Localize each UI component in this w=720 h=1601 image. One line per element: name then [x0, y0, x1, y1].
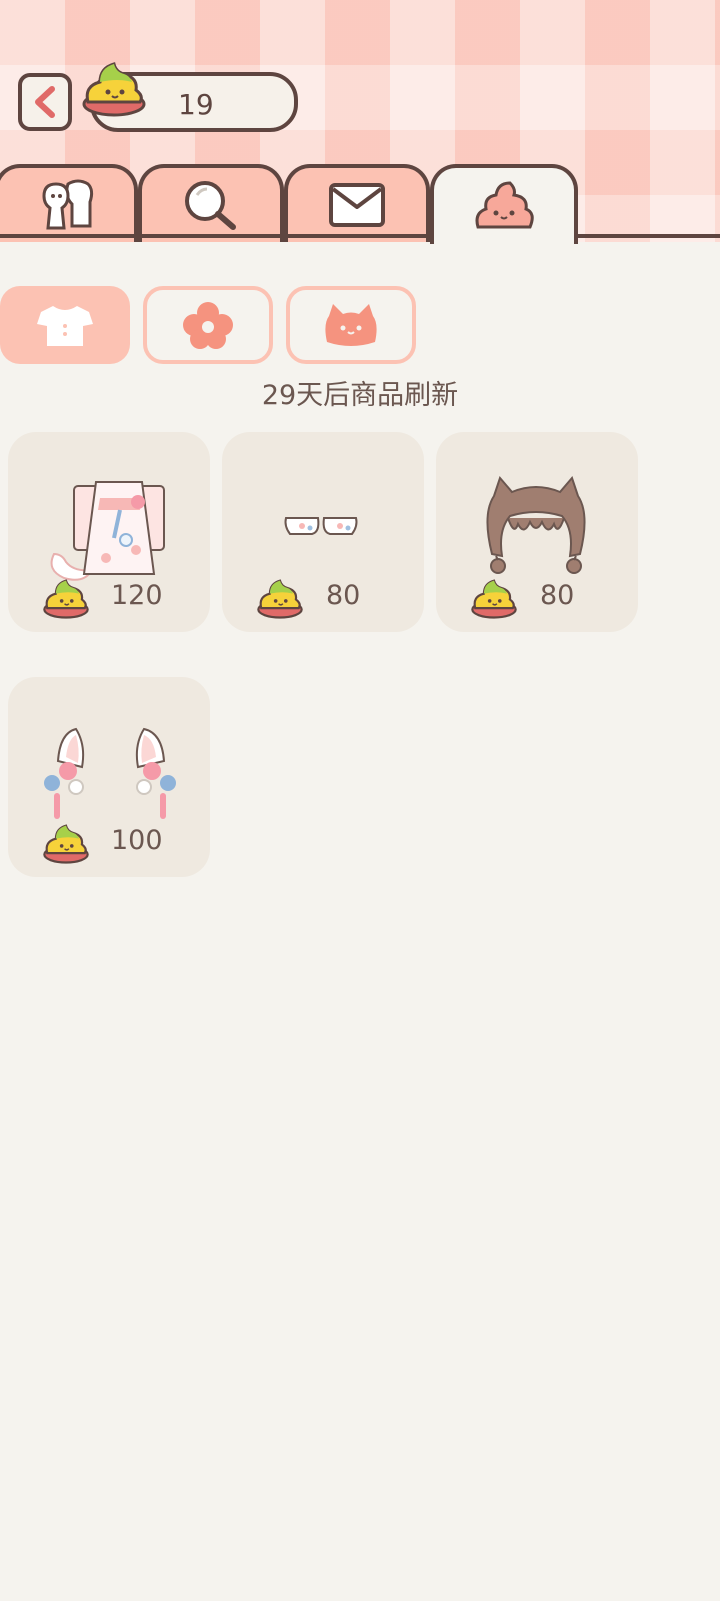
poop-face-icon	[475, 181, 534, 229]
poop-coin-icon	[78, 58, 150, 118]
active-tab-gap	[434, 230, 574, 240]
refresh-countdown: 29天后商品刷新	[261, 380, 459, 411]
tab-accessories[interactable]	[143, 286, 273, 364]
item-price: 100	[111, 825, 163, 856]
tab-hair[interactable]	[286, 286, 416, 364]
shirt-icon	[37, 306, 93, 346]
tab-search[interactable]	[138, 164, 284, 242]
back-button[interactable]	[18, 73, 72, 131]
cat-head-icon	[325, 304, 377, 346]
main-tabs	[0, 164, 720, 244]
ear-accessory-icon	[44, 727, 176, 819]
envelope-icon	[329, 183, 385, 227]
poop-coin-icon	[43, 579, 89, 619]
chevron-left-icon	[35, 86, 55, 118]
item-price: 80	[326, 580, 361, 611]
shop-item-card[interactable]: 80	[436, 432, 638, 632]
outfit-icon	[50, 481, 165, 581]
friends-icon	[42, 179, 94, 230]
item-price: 120	[111, 580, 163, 611]
tab-mail[interactable]	[284, 164, 430, 242]
tab-clothes[interactable]	[0, 286, 130, 364]
tab-friends[interactable]	[0, 164, 138, 242]
currency-amount: 19	[178, 88, 214, 121]
item-price: 80	[540, 580, 575, 611]
magnifier-icon	[185, 181, 236, 230]
poop-coin-icon	[43, 824, 89, 864]
flower-icon	[183, 302, 233, 349]
socks-icon	[284, 517, 358, 535]
poop-coin-icon	[471, 579, 517, 619]
shop-item-card[interactable]: 80	[222, 432, 424, 632]
poop-coin-icon	[257, 579, 303, 619]
shop-item-card[interactable]: 100	[8, 677, 210, 877]
shop-item-card[interactable]: 120	[8, 432, 210, 632]
tab-bar-divider	[0, 234, 720, 238]
hair-icon	[486, 476, 586, 574]
